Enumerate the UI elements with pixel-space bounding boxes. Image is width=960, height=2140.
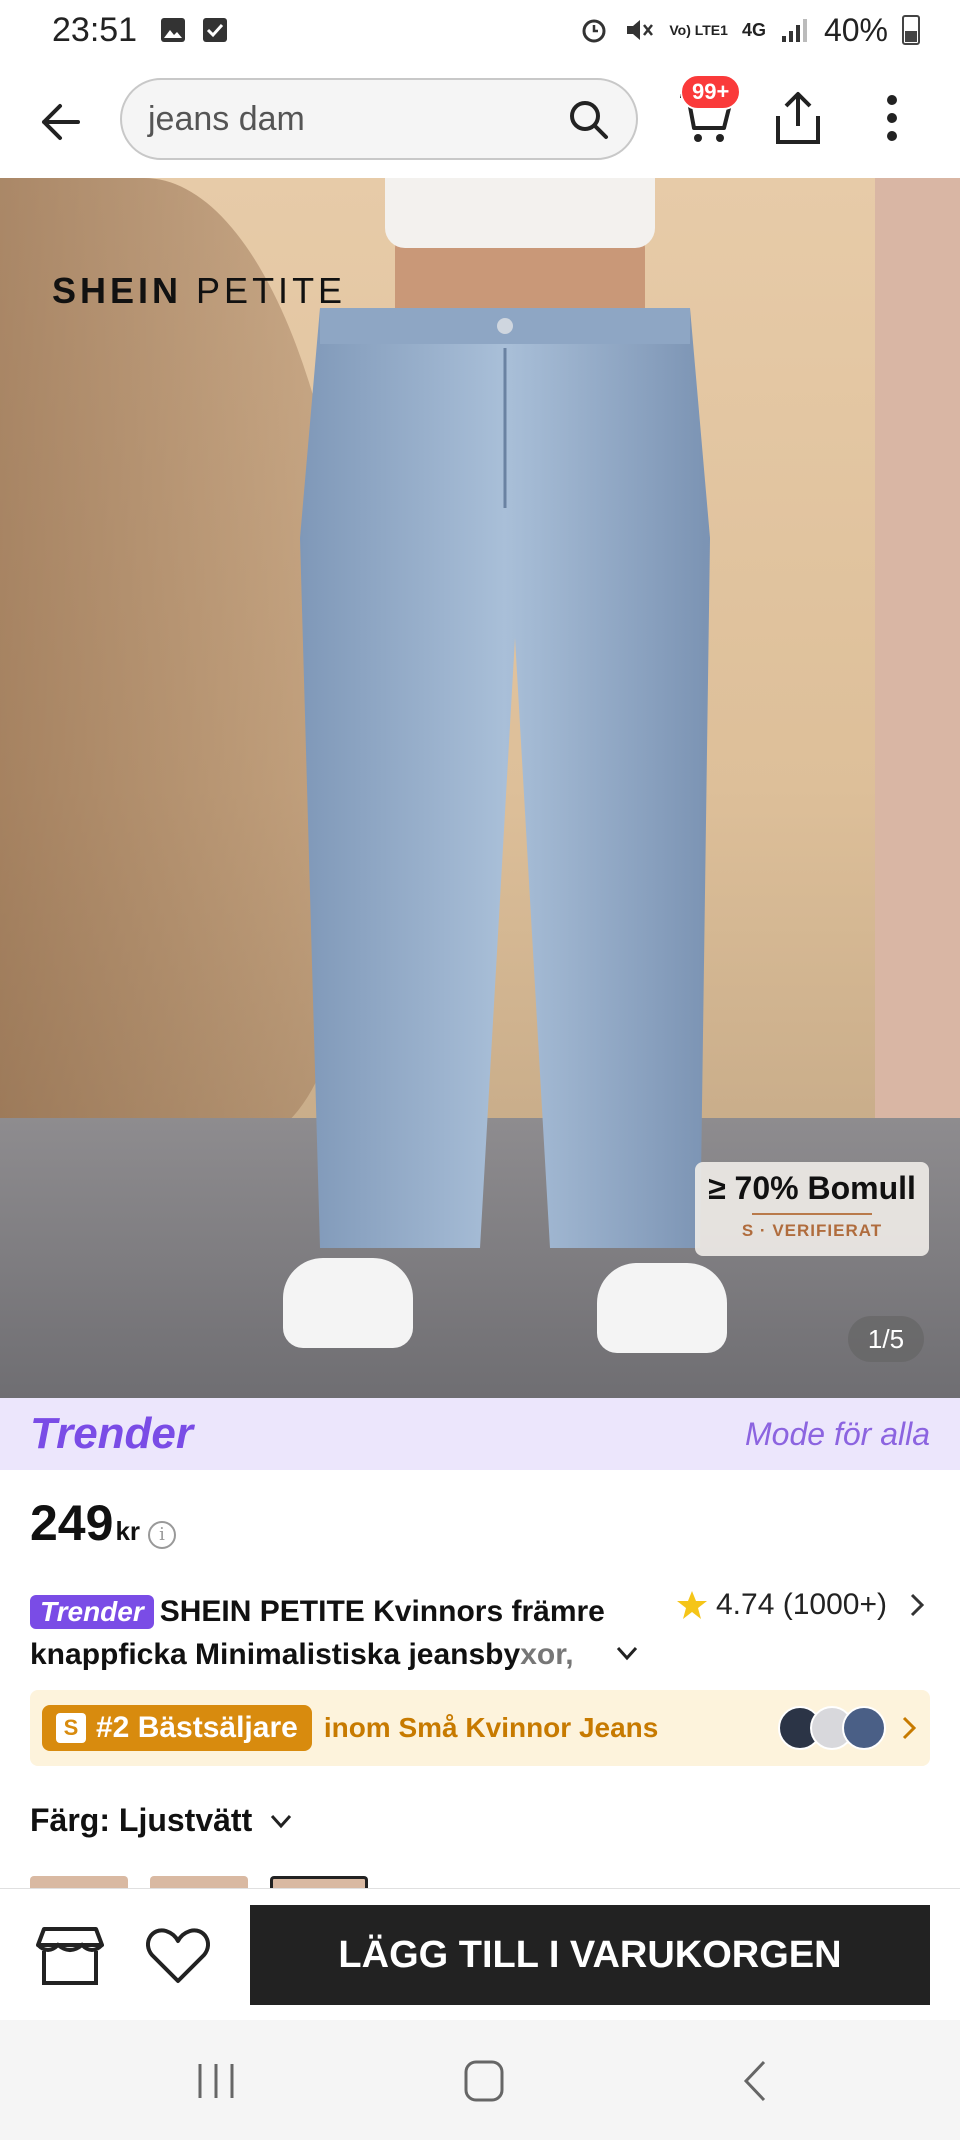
product-title: Trender SHEIN PETITE Kvinnors främre knap… bbox=[30, 1590, 650, 1676]
sneaker-right bbox=[597, 1263, 727, 1353]
jeans-image bbox=[300, 308, 710, 1248]
model-top bbox=[385, 178, 655, 248]
trender-banner[interactable]: Trender Mode för alla bbox=[0, 1398, 960, 1470]
search-icon[interactable] bbox=[566, 97, 610, 141]
heart-icon[interactable] bbox=[144, 1925, 212, 1987]
cart-badge: 99+ bbox=[680, 74, 742, 110]
info-icon[interactable]: i bbox=[148, 1520, 177, 1549]
network-label: Vo) LTE1 bbox=[669, 22, 728, 38]
search-value: jeans dam bbox=[148, 99, 305, 138]
cotton-main: ≥ 70% Bomull bbox=[708, 1170, 916, 1206]
signal-icon bbox=[781, 19, 807, 42]
bestseller-rank: #2 Bästsäljare bbox=[96, 1711, 298, 1744]
rating-count: (1000+) bbox=[782, 1588, 887, 1621]
bestseller-thumb bbox=[842, 1706, 886, 1750]
bestseller-badge: S #2 Bästsäljare bbox=[42, 1705, 312, 1751]
gallery-icon bbox=[161, 18, 186, 42]
mute-icon bbox=[627, 20, 654, 40]
product-image-carousel[interactable]: SHEIN PETITE ≥ 70% Bomull S · VERIFIERAT… bbox=[0, 178, 960, 1398]
price-currency: kr bbox=[115, 1516, 141, 1546]
price: 249 kr i bbox=[30, 1494, 177, 1552]
more-options-icon[interactable] bbox=[870, 88, 914, 148]
battery-icon bbox=[902, 15, 920, 45]
trender-logo: Trender bbox=[30, 1409, 194, 1458]
chevron-right-icon bbox=[902, 1716, 917, 1740]
color-selector[interactable]: Färg: Ljustvätt bbox=[30, 1802, 294, 1839]
wall-pillar bbox=[875, 178, 960, 1138]
share-icon[interactable] bbox=[770, 88, 826, 148]
system-nav-bar bbox=[0, 2020, 960, 2140]
chevron-down-icon[interactable] bbox=[614, 1640, 640, 1666]
bottom-action-bar: LÄGG TILL I VARUKORGEN bbox=[0, 1888, 960, 2020]
chevron-right-icon bbox=[910, 1593, 925, 1617]
battery-percent: 40% bbox=[823, 11, 888, 48]
status-time: 23:51 bbox=[52, 10, 138, 49]
cotton-divider bbox=[752, 1213, 872, 1215]
bestseller-banner[interactable]: S #2 Bästsäljare inom Små Kvinnor Jeans bbox=[30, 1690, 930, 1766]
checkbox-icon bbox=[203, 18, 228, 42]
rating[interactable]: 4.74 (1000+) bbox=[676, 1588, 927, 1622]
price-amount: 249 bbox=[30, 1495, 114, 1551]
trender-tagline: Mode för alla bbox=[745, 1415, 930, 1452]
star-icon bbox=[677, 1591, 707, 1619]
bestseller-category: inom Små Kvinnor Jeans bbox=[323, 1712, 659, 1743]
recent-apps-icon[interactable] bbox=[192, 2058, 240, 2104]
back-nav-icon[interactable] bbox=[732, 2058, 780, 2104]
sneaker-left bbox=[283, 1258, 413, 1348]
status-bar: 23:51 Vo) LTE1 4G 40% bbox=[0, 0, 960, 60]
color-label: Färg: Ljustvätt bbox=[30, 1802, 253, 1838]
rating-value: 4.74 bbox=[716, 1588, 775, 1621]
image-page-indicator: 1/5 bbox=[848, 1316, 924, 1362]
brand-watermark: SHEIN PETITE bbox=[52, 270, 347, 311]
cotton-verified: S · VERIFIERAT bbox=[741, 1221, 883, 1240]
back-button[interactable] bbox=[30, 92, 90, 152]
store-icon[interactable] bbox=[36, 1925, 104, 1987]
add-to-cart-button[interactable]: LÄGG TILL I VARUKORGEN bbox=[250, 1905, 930, 2005]
product-title-fade: xor, bbox=[520, 1638, 574, 1671]
trophy-icon: S bbox=[56, 1713, 86, 1743]
cotton-badge: ≥ 70% Bomull S · VERIFIERAT bbox=[695, 1162, 929, 1256]
header: jeans dam 99+ bbox=[0, 70, 960, 180]
bestseller-thumbnails bbox=[778, 1706, 886, 1750]
status-right: Vo) LTE1 4G 40% bbox=[579, 12, 920, 49]
trender-tag: Trender bbox=[30, 1595, 154, 1629]
chevron-down-icon bbox=[271, 1814, 292, 1828]
network-type: 4G bbox=[741, 19, 766, 40]
search-input[interactable]: jeans dam bbox=[120, 78, 638, 160]
home-icon[interactable] bbox=[460, 2058, 508, 2104]
alarm-icon bbox=[582, 19, 606, 43]
back-arrow-icon bbox=[42, 104, 80, 140]
